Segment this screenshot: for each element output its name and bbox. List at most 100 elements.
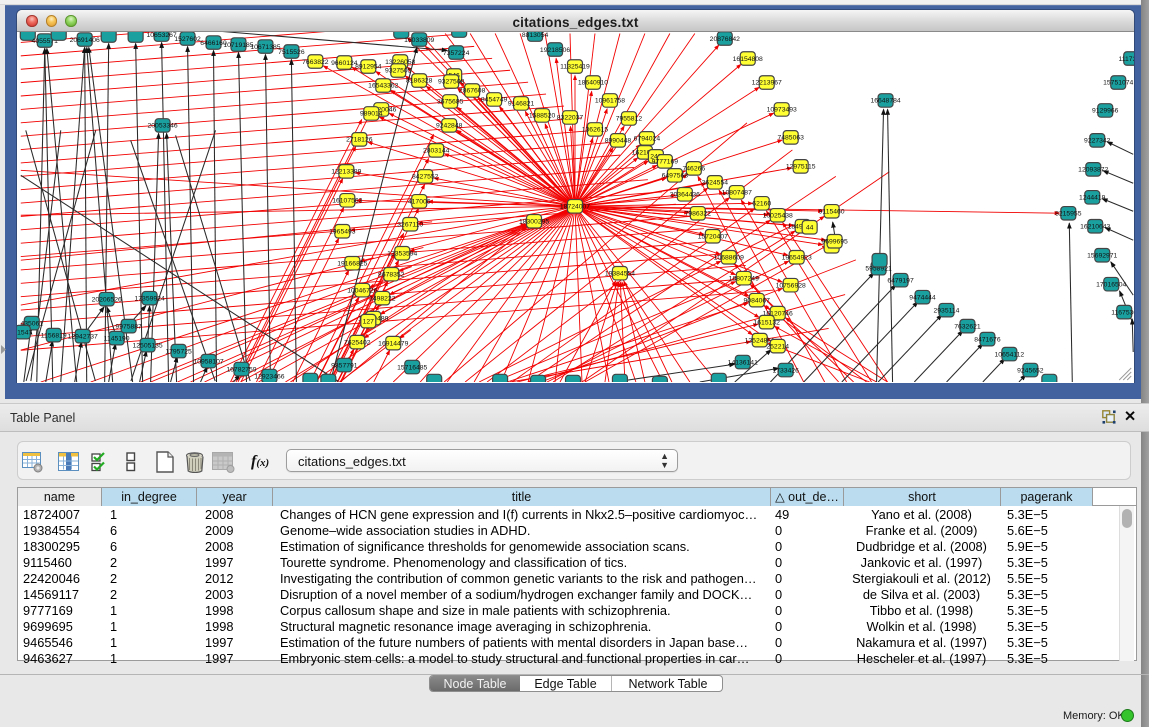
svg-text:18807249: 18807249 [729, 275, 759, 282]
svg-text:10653267: 10653267 [147, 32, 177, 39]
svg-text:19384554: 19384554 [605, 270, 635, 277]
svg-text:9129966: 9129966 [1092, 107, 1119, 114]
svg-text:10958107: 10958107 [193, 358, 223, 365]
svg-text:10654112: 10654112 [995, 351, 1025, 358]
svg-text:3624554: 3624554 [702, 179, 729, 186]
svg-text:8813054: 8813054 [522, 32, 549, 39]
svg-text:16914479: 16914479 [378, 340, 408, 347]
svg-text:10807487: 10807487 [722, 189, 752, 196]
svg-text:10046726: 10046726 [347, 287, 377, 294]
svg-text:417006: 417006 [408, 198, 431, 205]
svg-text:91547: 91547 [17, 329, 32, 336]
svg-text:8427552: 8427552 [412, 173, 439, 180]
svg-text:8471676: 8471676 [974, 336, 1001, 343]
svg-text:9227342: 9227342 [1084, 137, 1111, 144]
svg-text:6497568: 6497568 [662, 172, 689, 179]
svg-text:15751074: 15751074 [1103, 79, 1133, 86]
svg-text:2718126: 2718126 [346, 136, 373, 143]
svg-text:9699695: 9699695 [821, 238, 848, 245]
svg-text:7955812: 7955812 [616, 115, 643, 122]
svg-text:9857791: 9857791 [331, 362, 358, 369]
svg-text:9146821: 9146821 [508, 100, 535, 107]
svg-text:7625402: 7625402 [344, 339, 371, 346]
svg-text:6794024: 6794024 [634, 135, 661, 142]
svg-text:10671385: 10671385 [250, 43, 280, 50]
svg-text:15720407: 15720407 [698, 233, 728, 240]
svg-text:9777169: 9777169 [652, 158, 679, 165]
svg-text:20206526: 20206526 [92, 296, 122, 303]
svg-text:62160: 62160 [752, 200, 771, 207]
svg-text:12093872: 12093872 [1078, 166, 1108, 173]
svg-text:9115460: 9115460 [819, 208, 845, 215]
svg-text:9660124: 9660124 [331, 59, 358, 66]
svg-text:746266: 746266 [683, 165, 706, 172]
svg-text:1117334: 1117334 [1119, 55, 1134, 62]
svg-text:7485063: 7485063 [777, 134, 804, 141]
svg-text:9084067: 9084067 [744, 297, 771, 304]
svg-text:9327508: 9327508 [438, 78, 465, 85]
svg-text:1156819: 1156819 [41, 332, 67, 339]
svg-text:10961758: 10961758 [595, 97, 625, 104]
svg-text:10756928: 10756928 [776, 282, 806, 289]
svg-text:9245652: 9245652 [1017, 367, 1044, 374]
svg-text:8678352: 8678352 [378, 271, 405, 278]
svg-text:8215955: 8215955 [1055, 210, 1082, 217]
svg-text:18724007: 18724007 [560, 203, 590, 210]
svg-text:252214: 252214 [766, 343, 789, 350]
svg-text:19654923: 19654923 [782, 254, 812, 261]
svg-text:9327505: 9327505 [385, 67, 412, 74]
svg-text:20876842: 20876842 [710, 35, 740, 42]
svg-text:16210643: 16210643 [1080, 223, 1110, 230]
svg-text:8186328: 8186328 [406, 77, 433, 84]
svg-text:3675685: 3675685 [437, 98, 464, 105]
svg-text:18300295: 18300295 [519, 218, 549, 225]
svg-text:20364436: 20364436 [670, 191, 700, 198]
svg-text:1615132: 1615132 [754, 319, 781, 326]
svg-text:1795725: 1795725 [165, 348, 192, 355]
svg-text:14136141: 14136141 [728, 359, 758, 366]
svg-text:127: 127 [363, 318, 375, 325]
svg-text:1362615: 1362615 [582, 126, 609, 133]
svg-text:15692971: 15692971 [1087, 252, 1117, 259]
svg-text:1965493: 1965493 [329, 228, 356, 235]
svg-text:16782759: 16782759 [226, 366, 256, 373]
svg-text:12942737: 12942737 [68, 333, 98, 340]
svg-text:18640910: 18640910 [578, 79, 608, 86]
svg-text:9242848: 9242848 [436, 122, 463, 129]
svg-text:10688609: 10688609 [714, 254, 744, 261]
svg-text:10025438: 10025438 [763, 212, 793, 219]
svg-text:8454749: 8454749 [481, 96, 508, 103]
svg-text:2803144: 2803144 [423, 147, 450, 154]
svg-text:10973493: 10973493 [767, 106, 797, 113]
svg-text:1167530: 1167530 [1111, 309, 1134, 316]
svg-text:3267110: 3267110 [397, 221, 423, 228]
svg-text:9975887: 9975887 [115, 323, 142, 330]
svg-text:12353594: 12353594 [387, 250, 417, 257]
svg-text:2867608: 2867608 [459, 87, 486, 94]
svg-text:44: 44 [806, 224, 814, 231]
svg-text:7515526: 7515526 [278, 48, 305, 55]
svg-text:12213389: 12213389 [331, 168, 361, 175]
svg-text:15716485: 15716485 [397, 364, 427, 371]
svg-text:16154808: 16154808 [733, 55, 763, 62]
svg-text:1527602: 1527602 [174, 35, 201, 42]
svg-text:16543362: 16543362 [368, 82, 398, 89]
svg-text:16648784: 16648784 [870, 97, 900, 104]
svg-text:8990448: 8990448 [605, 137, 632, 144]
svg-text:1244419: 1244419 [1079, 194, 1106, 201]
svg-text:17016504: 17016504 [1096, 281, 1126, 288]
svg-text:1588520: 1588520 [529, 112, 556, 119]
svg-text:7357224: 7357224 [443, 49, 470, 56]
svg-text:12505135: 12505135 [133, 342, 163, 349]
svg-text:1145190: 1145190 [104, 335, 130, 342]
svg-text:1733426: 1733426 [772, 367, 799, 374]
svg-text:11325419: 11325419 [560, 63, 590, 70]
svg-text:989014: 989014 [360, 110, 383, 117]
svg-text:8912954: 8912954 [355, 63, 382, 70]
svg-text:2935114: 2935114 [934, 307, 960, 314]
svg-text:16107563: 16107563 [332, 197, 362, 204]
svg-text:12975115: 12975115 [786, 163, 816, 170]
svg-text:12923466: 12923466 [254, 373, 284, 380]
svg-text:16033809: 16033809 [404, 36, 434, 43]
svg-text:8322037: 8322037 [557, 114, 584, 121]
